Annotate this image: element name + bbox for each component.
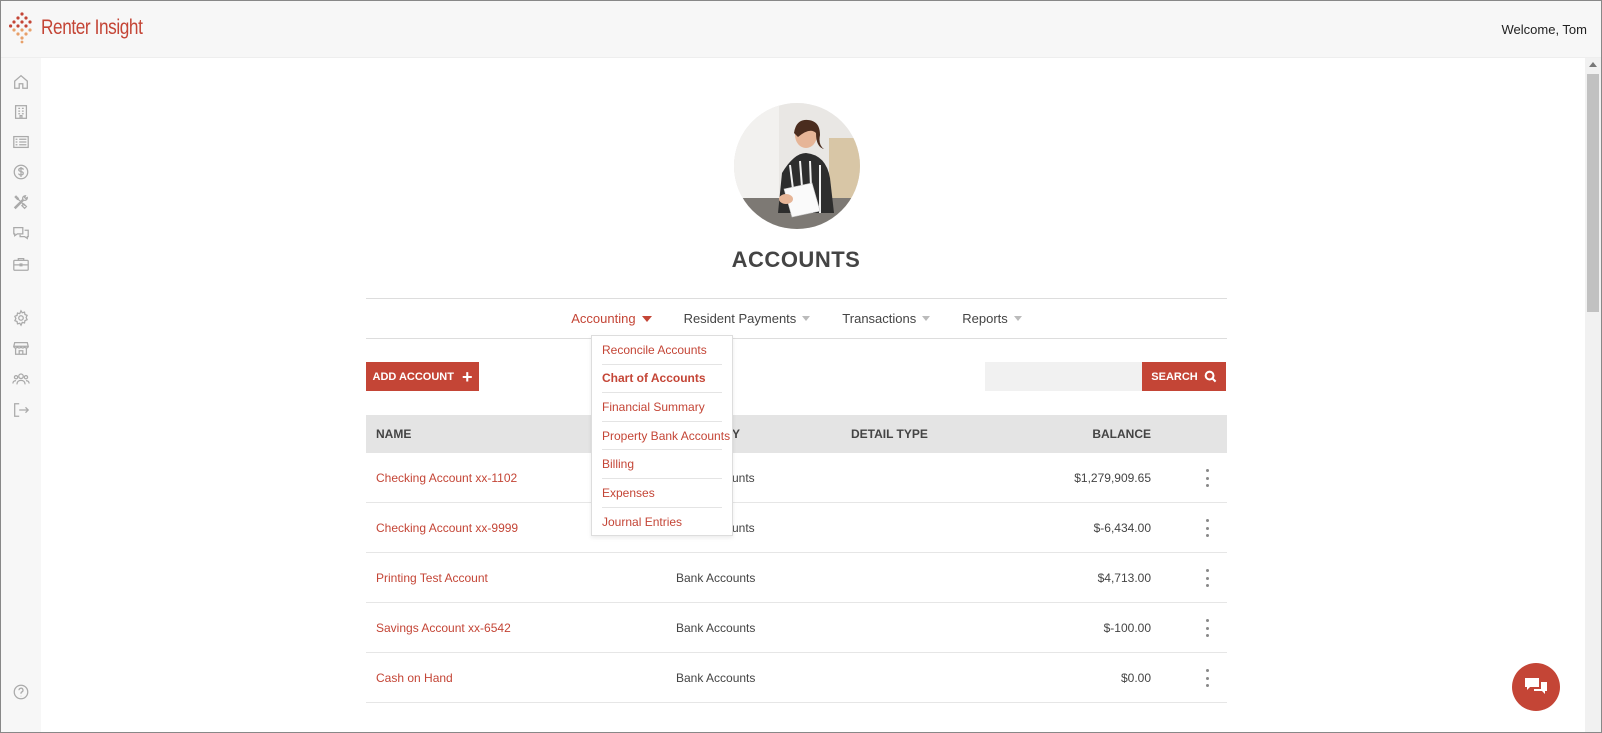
plus-icon: + — [461, 366, 473, 387]
table-row: Cash on Hand Bank Accounts $0.00 — [366, 653, 1227, 703]
home-icon — [14, 74, 28, 89]
account-type: unts — [732, 521, 755, 535]
sidebar-item-home[interactable] — [11, 72, 31, 92]
tools-icon — [13, 195, 28, 210]
nav-transactions[interactable]: Transactions — [826, 311, 946, 326]
store-icon — [12, 341, 30, 355]
sidebar-item-leases[interactable] — [11, 132, 31, 152]
header-type[interactable]: Y — [732, 427, 740, 441]
brand-name: Renter Insight — [41, 16, 143, 39]
live-chat-button[interactable] — [1512, 663, 1560, 711]
accounts-nav: Accounting Resident Payments Transaction… — [366, 298, 1227, 339]
sidebar-item-vendors[interactable] — [11, 254, 31, 274]
account-name-link[interactable]: Cash on Hand — [376, 671, 453, 685]
table-header: NAME Y DETAIL TYPE BALANCE — [366, 415, 1227, 453]
caret-down-icon — [1013, 316, 1022, 321]
chat-bubble-icon — [1525, 678, 1547, 694]
menu-item-billing[interactable]: Billing — [602, 450, 722, 479]
sidebar-item-maintenance[interactable] — [11, 192, 31, 212]
search-input[interactable] — [985, 362, 1142, 391]
account-name-link[interactable]: Printing Test Account — [376, 571, 488, 585]
account-balance: $-6,434.00 — [1093, 521, 1151, 535]
caret-down-icon — [922, 316, 931, 321]
account-type: Bank Accounts — [676, 571, 756, 585]
nav-resident-payments[interactable]: Resident Payments — [668, 311, 827, 326]
menu-item-expenses[interactable]: Expenses — [602, 479, 722, 508]
sidebar-item-properties[interactable] — [11, 102, 31, 122]
vertical-scrollbar[interactable] — [1585, 58, 1601, 732]
header-detail-type[interactable]: DETAIL TYPE — [851, 427, 928, 441]
sidebar — [1, 58, 41, 732]
table-row: Printing Test Account Bank Accounts $4,7… — [366, 553, 1227, 603]
account-name-link[interactable]: Checking Account xx-1102 — [376, 471, 517, 485]
nav-accounting-label: Accounting — [571, 311, 636, 326]
sidebar-item-logout[interactable] — [11, 400, 31, 420]
add-account-button[interactable]: ADD ACCOUNT + — [366, 362, 479, 391]
sidebar-item-users[interactable] — [11, 369, 31, 389]
account-type: unts — [732, 471, 755, 485]
account-name-link[interactable]: Checking Account xx-9999 — [376, 521, 518, 535]
caret-down-icon — [641, 315, 652, 322]
menu-item-reconcile-accounts[interactable]: Reconcile Accounts — [602, 336, 722, 365]
logout-icon — [14, 403, 30, 417]
sidebar-item-help[interactable] — [11, 682, 31, 702]
nav-transactions-label: Transactions — [842, 311, 917, 326]
sidebar-item-communication[interactable] — [11, 223, 31, 243]
header-balance[interactable]: BALANCE — [1092, 427, 1151, 441]
accounts-hero-image — [734, 103, 860, 229]
menu-item-chart-of-accounts[interactable]: Chart of Accounts — [602, 365, 722, 394]
row-menu-icon[interactable] — [1203, 669, 1211, 687]
list-icon — [13, 135, 29, 149]
menu-item-journal-entries[interactable]: Journal Entries — [602, 508, 722, 537]
accounts-table: NAME Y DETAIL TYPE BALANCE Checking Acco… — [366, 415, 1227, 703]
search-button[interactable]: SEARCH — [1142, 362, 1226, 391]
row-menu-icon[interactable] — [1203, 469, 1211, 487]
welcome-text: Welcome, Tom — [1501, 22, 1588, 37]
sidebar-item-marketplace[interactable] — [11, 338, 31, 358]
account-name-link[interactable]: Savings Account xx-6542 — [376, 621, 511, 635]
briefcase-icon — [13, 257, 29, 271]
account-type: Bank Accounts — [676, 621, 756, 635]
dollar-icon — [13, 164, 29, 180]
page-title: ACCOUNTS — [731, 247, 861, 272]
menu-item-financial-summary[interactable]: Financial Summary — [602, 393, 722, 422]
header-name[interactable]: NAME — [376, 427, 411, 441]
chat-icon — [13, 226, 29, 240]
account-balance: $4,713.00 — [1097, 571, 1151, 585]
main-content: ACCOUNTS Accounting Resident Payments Tr… — [41, 58, 1587, 732]
table-row: Checking Account xx-9999 unts $-6,434.00 — [366, 503, 1227, 553]
search-button-label: SEARCH — [1151, 370, 1198, 383]
help-icon — [13, 684, 29, 700]
nav-accounting[interactable]: Accounting — [555, 311, 667, 326]
table-row: Savings Account xx-6542 Bank Accounts $-… — [366, 603, 1227, 653]
search-icon — [1204, 370, 1217, 383]
gear-icon — [14, 309, 28, 327]
nav-reports-label: Reports — [962, 311, 1008, 326]
account-balance: $0.00 — [1120, 671, 1151, 685]
building-icon — [14, 105, 28, 119]
top-bar: Renter Insight Welcome, Tom — [1, 1, 1601, 58]
sidebar-item-settings[interactable] — [11, 308, 31, 328]
scroll-thumb[interactable] — [1587, 74, 1599, 312]
add-account-label: ADD ACCOUNT — [372, 370, 454, 383]
app-window: Renter Insight Welcome, Tom ACCOUNTS Acc… — [0, 0, 1602, 733]
row-menu-icon[interactable] — [1203, 569, 1211, 587]
account-type: Bank Accounts — [676, 671, 756, 685]
brand-logo[interactable]: Renter Insight — [9, 11, 165, 45]
users-icon — [12, 373, 30, 385]
table-row: Checking Account xx-1102 unts $1,279,909… — [366, 453, 1227, 503]
row-menu-icon[interactable] — [1203, 519, 1211, 537]
caret-down-icon — [802, 316, 811, 321]
nav-resident-payments-label: Resident Payments — [683, 311, 797, 326]
menu-item-property-bank-accounts[interactable]: Property Bank Accounts — [602, 422, 730, 451]
woman-reading-document-icon — [734, 103, 860, 229]
account-balance: $1,279,909.65 — [1074, 471, 1151, 485]
row-menu-icon[interactable] — [1203, 619, 1211, 637]
account-balance: $-100.00 — [1103, 621, 1151, 635]
nav-reports[interactable]: Reports — [946, 311, 1038, 326]
sidebar-item-accounting[interactable] — [11, 162, 31, 182]
logo-diamond-icon — [9, 12, 32, 44]
scroll-up-arrow-icon[interactable] — [1589, 62, 1597, 67]
accounting-dropdown-menu: Reconcile Accounts Chart of Accounts Fin… — [591, 335, 733, 536]
